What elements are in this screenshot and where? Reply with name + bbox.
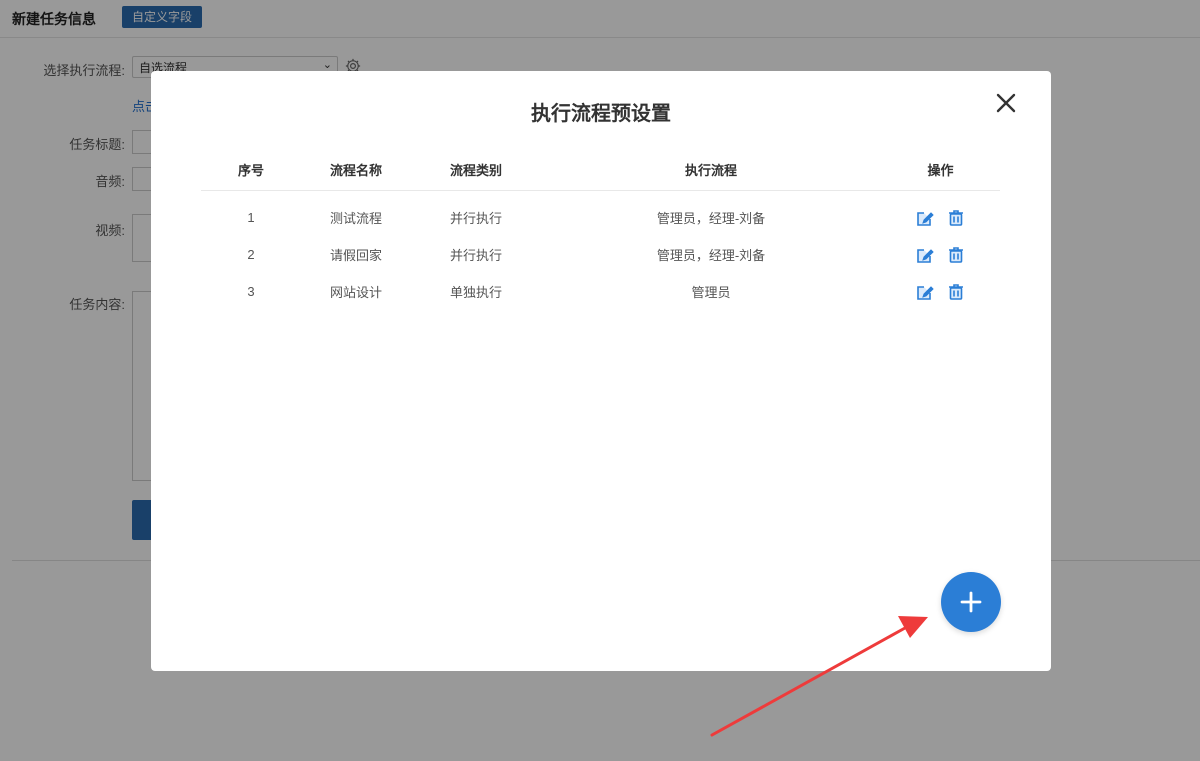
flow-table: 序号 流程名称 流程类别 执行流程 操作 1 测试流程 并行执行 管理员，经理-…: [201, 148, 1000, 310]
cell-flow: 管理员: [691, 285, 731, 300]
table-row: 1 测试流程 并行执行 管理员，经理-刘备: [201, 191, 1000, 237]
trash-icon[interactable]: [946, 282, 966, 302]
cell-name: 测试流程: [329, 211, 382, 226]
flow-preset-modal: 执行流程预设置 序号 流程名称 流程类别 执行流程 操作 1 测试流程 并行执行…: [151, 71, 1051, 671]
edit-icon[interactable]: [915, 208, 935, 228]
column-header-category: 流程类别: [411, 148, 541, 191]
cell-actions: [881, 191, 1000, 237]
trash-icon[interactable]: [946, 208, 966, 228]
cell-name: 网站设计: [329, 285, 382, 300]
trash-icon[interactable]: [946, 245, 966, 265]
edit-icon[interactable]: [915, 282, 935, 302]
cell-actions: [881, 273, 1000, 310]
column-header-index: 序号: [201, 148, 301, 191]
modal-title: 执行流程预设置: [531, 103, 671, 125]
cell-category: 单独执行: [449, 285, 502, 300]
cell-actions: [881, 236, 1000, 273]
table-header-row: 序号 流程名称 流程类别 执行流程 操作: [201, 148, 1000, 191]
column-header-name: 流程名称: [301, 148, 411, 191]
table-row: 3 网站设计 单独执行 管理员: [201, 273, 1000, 310]
cell-index: 2: [247, 247, 255, 262]
table-row: 2 请假回家 并行执行 管理员，经理-刘备: [201, 236, 1000, 273]
plus-icon: [960, 591, 982, 613]
cell-category: 并行执行: [449, 248, 502, 263]
cell-category: 并行执行: [449, 211, 502, 226]
cell-flow: 管理员，经理-刘备: [656, 211, 766, 226]
close-icon[interactable]: [994, 91, 1018, 115]
add-flow-button[interactable]: [941, 572, 1001, 632]
cell-index: 3: [247, 284, 255, 299]
cell-index: 1: [247, 210, 255, 225]
edit-icon[interactable]: [915, 245, 935, 265]
cell-flow: 管理员，经理-刘备: [656, 248, 766, 263]
column-header-flow: 执行流程: [541, 148, 881, 191]
cell-name: 请假回家: [329, 248, 382, 263]
column-header-actions: 操作: [881, 148, 1000, 191]
